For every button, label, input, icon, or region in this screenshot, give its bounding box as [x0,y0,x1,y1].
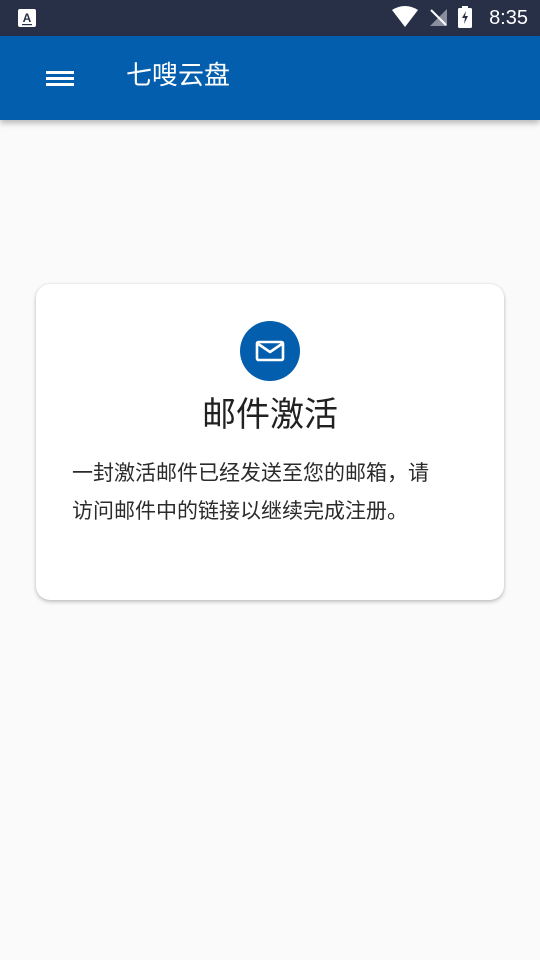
mail-badge [240,321,300,381]
status-time: 8:35 [489,7,528,29]
wifi-icon [392,6,418,27]
battery-charging-icon [458,6,472,28]
app-bar: 七嗖云盘 [0,36,540,120]
no-sim-icon [430,9,447,26]
card-title: 邮件激活 [202,395,338,435]
activation-card: 邮件激活 一封激活邮件已经发送至您的邮箱，请访问邮件中的链接以继续完成注册。 [36,284,504,600]
status-bar: A 8:35 [0,0,540,36]
svg-text:A: A [23,11,32,25]
mail-icon [255,340,285,362]
menu-icon[interactable] [40,63,80,93]
app-title: 七嗖云盘 [126,61,231,91]
a-app-icon: A [18,9,36,27]
activation-message: 一封激活邮件已经发送至您的邮箱，请访问邮件中的链接以继续完成注册。 [72,461,429,523]
